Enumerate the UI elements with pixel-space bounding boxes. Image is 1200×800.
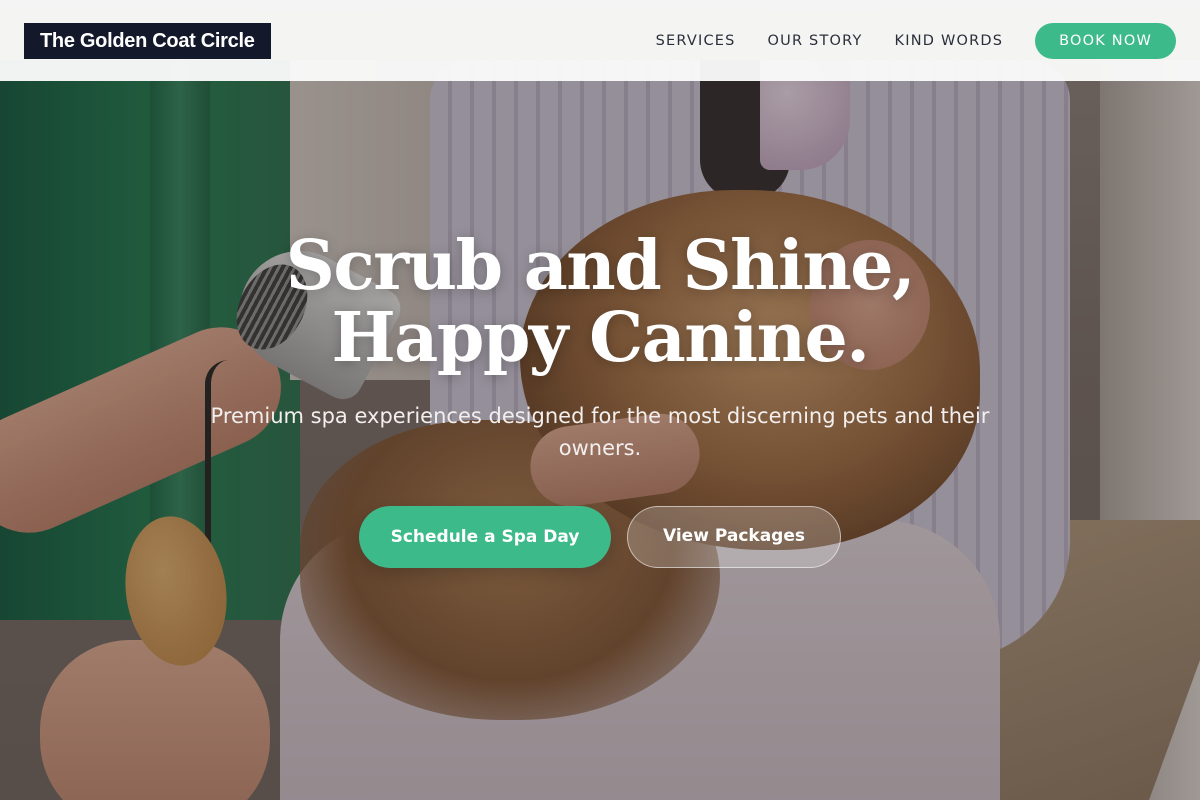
view-packages-button[interactable]: View Packages (627, 506, 841, 568)
site-header: The Golden Coat Circle SERVICES OUR STOR… (0, 0, 1200, 81)
hero-title-line-2: Happy Canine. (331, 298, 870, 378)
hero-title-line-1: Scrub and Shine, (285, 226, 916, 306)
hero-section: Scrub and Shine, Happy Canine. Premium s… (0, 230, 1200, 568)
landing-page: The Golden Coat Circle SERVICES OUR STOR… (0, 0, 1200, 800)
nav-link-services[interactable]: SERVICES (656, 33, 736, 49)
main-nav: SERVICES OUR STORY KIND WORDS BOOK NOW (656, 22, 1176, 59)
nav-link-our-story[interactable]: OUR STORY (768, 33, 863, 49)
schedule-spa-day-button[interactable]: Schedule a Spa Day (359, 506, 611, 568)
book-now-button[interactable]: BOOK NOW (1035, 22, 1176, 59)
hero-subtitle: Premium spa experiences designed for the… (210, 404, 990, 460)
hero-title: Scrub and Shine, Happy Canine. (0, 230, 1200, 374)
nav-link-kind-words[interactable]: KIND WORDS (895, 33, 1004, 49)
brand-logo[interactable]: The Golden Coat Circle (24, 22, 271, 59)
hero-cta-group: Schedule a Spa Day View Packages (0, 506, 1200, 568)
